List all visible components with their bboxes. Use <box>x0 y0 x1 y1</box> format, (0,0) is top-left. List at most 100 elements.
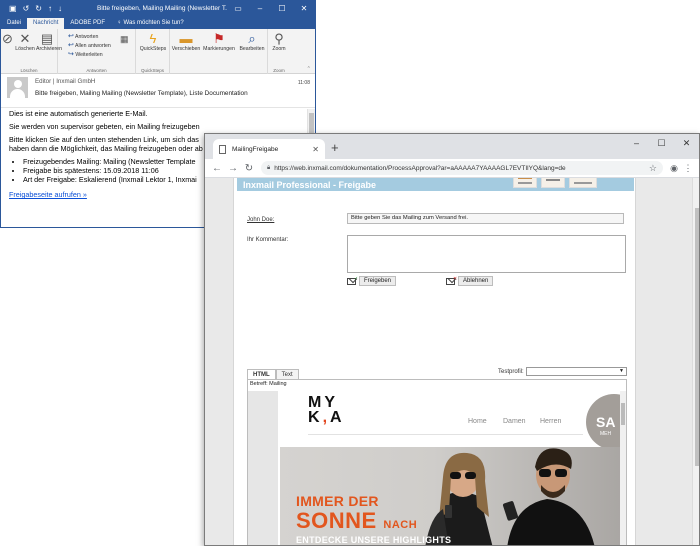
delete-icon: ✕ <box>19 31 31 46</box>
tags-button[interactable]: ⚑ Markierungen <box>203 31 235 52</box>
nav-link-damen[interactable]: Damen <box>503 418 526 425</box>
lightbulb-icon: ♀ <box>117 20 122 26</box>
email-preview: MY K,A Home Damen Herren SA MEH IMMER DE… <box>248 391 626 545</box>
outlook-window-controls: ▭ – ☐ ✕ <box>227 4 315 13</box>
redo-icon[interactable]: ↻ <box>35 1 42 16</box>
undo-icon[interactable]: ↺ <box>23 1 30 16</box>
approval-page: Inxmail Professional - Freigabe John Doe… <box>233 178 636 545</box>
comment-label: Ihr Kommentar: <box>247 237 289 243</box>
testprofile-label: Testprofil: <box>498 369 524 375</box>
archive-button[interactable]: ▤ Archivieren <box>36 31 62 52</box>
approve-mail-icon: ✓ <box>347 276 358 285</box>
menu-icon[interactable]: ⋮ <box>681 163 695 174</box>
sender-avatar <box>7 77 28 98</box>
edit-label: Bearbeiten <box>239 46 265 52</box>
reply-all-button[interactable]: ↩ Allen antworten <box>68 41 111 49</box>
testprofile-select[interactable]: ▼ <box>526 367 627 376</box>
edit-button[interactable]: ⌕ Bearbeiten <box>237 31 267 52</box>
browser-title-bar: MailingFreigabe ✕ + – ☐ ✕ <box>205 134 699 159</box>
page-scrollbar[interactable] <box>692 178 699 545</box>
forward-icon[interactable]: → <box>225 163 241 174</box>
preview-subject: Betreff: Mailing <box>250 381 287 387</box>
minimize-icon[interactable]: – <box>249 4 271 13</box>
man-figure <box>502 448 595 545</box>
minimize-icon[interactable]: – <box>624 134 649 152</box>
collapse-ribbon-icon[interactable]: ⌃ <box>307 66 311 72</box>
ribbon-display-icon[interactable]: ▭ <box>227 4 249 13</box>
approval-page-link[interactable]: Freigabeseite aufrufen » <box>9 190 87 199</box>
lightning-icon: ϟ <box>149 31 157 46</box>
close-icon[interactable]: ✕ <box>674 134 699 152</box>
group-label-delete: Löschen <box>20 68 38 73</box>
email-preview-scrollbar[interactable] <box>620 391 626 545</box>
ribbon-group-zoom: ⚲ Zoom Zoom <box>268 29 290 74</box>
delete-button[interactable]: ✕ Löschen <box>15 31 35 52</box>
arrow-down-icon[interactable]: ↓ <box>58 1 62 16</box>
browser-viewport: Inxmail Professional - Freigabe John Doe… <box>205 178 699 545</box>
back-icon[interactable]: ← <box>209 163 225 174</box>
new-tab-button[interactable]: + <box>331 140 339 155</box>
hero-subline: ENTDECKE UNSERE HIGHLIGHTS <box>296 535 452 545</box>
quicksteps-label: QuickSteps <box>139 46 167 52</box>
reply-all-label: Allen antworten <box>75 43 111 49</box>
hero-headline-1: IMMER DER <box>296 493 379 509</box>
tags-label: Markierungen <box>203 46 235 52</box>
banner-thumbnail <box>569 178 597 188</box>
email-content: MY K,A Home Damen Herren SA MEH IMMER DE… <box>278 391 626 545</box>
browser-toolbar: ← → ↻ 🔒︎ https://web.inxmail.com/dokumen… <box>205 159 699 178</box>
outlook-title-bar: ▣ ↺ ↻ ↑ ↓ Bitte freigeben, Mailing Maili… <box>1 1 315 16</box>
requester-label: John Doe: <box>247 217 275 223</box>
approve-button[interactable]: Freigeben <box>359 276 397 286</box>
ribbon-group-delete: ⊘ ✕ Löschen ▤ Archivieren Löschen <box>1 29 62 74</box>
address-bar[interactable]: 🔒︎ https://web.inxmail.com/dokumentation… <box>261 161 663 175</box>
quicksteps-button[interactable]: ϟ QuickSteps <box>138 31 168 52</box>
nav-link-herren[interactable]: Herren <box>540 418 561 425</box>
hero-image: IMMER DER SONNE NACH ENTDECKE UNSERE HIG… <box>280 447 622 545</box>
browser-window: MailingFreigabe ✕ + – ☐ ✕ ← → ↻ 🔒︎ https… <box>204 133 700 546</box>
move-button[interactable]: ▬ Verschieben <box>171 31 201 52</box>
profile-icon[interactable]: ◉ <box>667 163 681 174</box>
quick-access-toolbar: ▣ ↺ ↻ ↑ ↓ <box>1 1 97 16</box>
hero-headline-2-main: SONNE <box>296 508 377 533</box>
group-label-respond: Antworten <box>86 68 107 73</box>
tab-datei[interactable]: Datei <box>1 18 27 29</box>
maximize-icon[interactable]: ☐ <box>271 4 293 13</box>
folder-icon: ▬ <box>179 31 193 46</box>
page-title: Inxmail Professional - Freigabe <box>243 180 377 190</box>
tell-me-box[interactable]: ♀ Was möchten Sie tun? <box>111 18 190 29</box>
reject-button[interactable]: Ablehnen <box>458 276 494 286</box>
ribbon-group-respond: ↩ Antworten ↩ Allen antworten ↪ Weiterle… <box>58 29 136 74</box>
ignore-button[interactable]: ⊘ <box>2 31 13 46</box>
forward-button[interactable]: ↪ Weiterleiten <box>68 50 103 58</box>
logo-comma: , <box>322 409 331 426</box>
banner-thumbnail <box>541 178 565 188</box>
arrow-up-icon[interactable]: ↑ <box>48 1 52 16</box>
zoom-icon: ⚲ <box>274 31 284 46</box>
bookmark-star-icon[interactable]: ☆ <box>649 163 657 174</box>
logo-k: K <box>308 409 323 426</box>
close-tab-icon[interactable]: ✕ <box>312 145 319 154</box>
logo-top: MY <box>308 394 338 411</box>
more-respond-button[interactable]: ▦ <box>120 32 129 47</box>
reload-icon[interactable]: ↻ <box>241 163 257 174</box>
reply-button[interactable]: ↩ Antworten <box>68 32 98 40</box>
nav-link-home[interactable]: Home <box>468 418 487 425</box>
archive-icon: ▤ <box>40 31 54 46</box>
ribbon-group-quicksteps: ϟ QuickSteps QuickSteps <box>136 29 170 74</box>
body-line: Dies ist eine automatisch generierte E-M… <box>9 109 148 118</box>
tab-nachricht[interactable]: Nachricht <box>27 18 65 29</box>
header-divider <box>308 434 583 435</box>
group-label-quicksteps: QuickSteps <box>140 68 164 73</box>
reject-mail-icon: ✕ <box>446 276 457 285</box>
page-banner: Inxmail Professional - Freigabe <box>237 178 634 191</box>
dropdown-arrow-icon: ▼ <box>619 368 624 374</box>
lock-icon: 🔒︎ <box>267 164 271 171</box>
mailing-preview: Betreff: Mailing MY K,A Home Damen Herre… <box>247 379 627 545</box>
tab-adobe-pdf[interactable]: ADOBE PDF <box>64 18 111 29</box>
save-icon[interactable]: ▣ <box>9 1 17 16</box>
zoom-button[interactable]: ⚲ Zoom <box>270 31 288 52</box>
close-icon[interactable]: ✕ <box>293 4 315 13</box>
browser-tab[interactable]: MailingFreigabe ✕ <box>213 139 325 159</box>
comment-textarea[interactable] <box>347 235 626 273</box>
maximize-icon[interactable]: ☐ <box>649 134 674 152</box>
